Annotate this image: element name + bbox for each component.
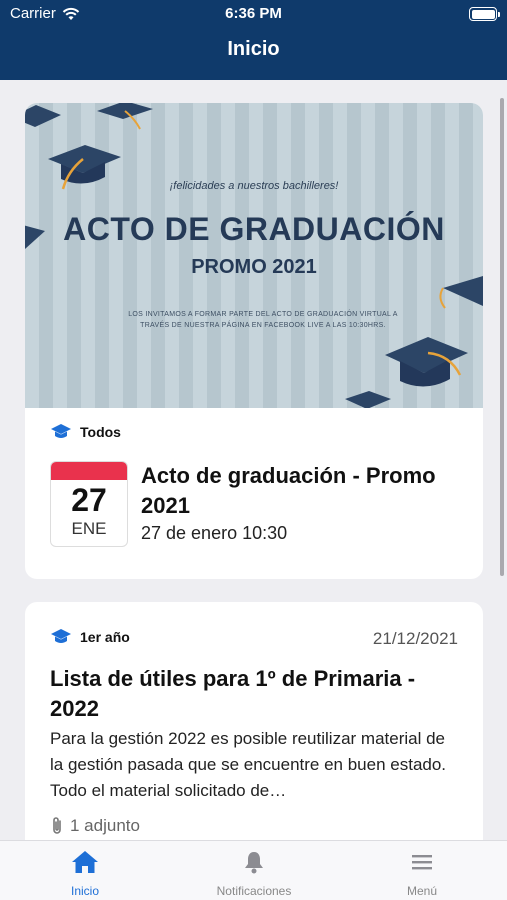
- post-title: Lista de útiles para 1º de Primaria - 20…: [50, 666, 416, 721]
- bell-icon: [245, 852, 263, 874]
- post-date: 21/12/2021: [372, 629, 458, 648]
- graduation-cap-icon: [97, 103, 153, 130]
- menu-icon: [412, 855, 432, 870]
- post-body: Para la gestión 2022 es posible reutiliz…: [50, 729, 447, 800]
- calendar-date-badge: 27 ENE: [50, 461, 128, 547]
- calendar-month: ENE: [71, 519, 107, 538]
- banner-subtitle: PROMO 2021: [191, 256, 317, 278]
- tab-label: Menú: [406, 884, 438, 898]
- scrollbar[interactable]: [500, 98, 504, 576]
- event-card[interactable]: ¡felicidades a nuestros bachilleres! ACT…: [25, 103, 483, 579]
- audience-label: Todos: [80, 424, 121, 440]
- tab-notificaciones[interactable]: Notificaciones: [189, 849, 319, 898]
- post-card[interactable]: 1er año 21/12/2021 Lista de útiles para …: [25, 602, 483, 840]
- graduation-cap-icon: [25, 105, 61, 127]
- calendar-day: 27: [71, 482, 107, 518]
- attachment-count: 1 adjunto: [70, 816, 140, 835]
- tab-label: Notificaciones: [216, 884, 292, 898]
- event-banner-image: ¡felicidades a nuestros bachilleres! ACT…: [25, 103, 483, 408]
- status-bar: Carrier 6:36 PM: [0, 0, 507, 30]
- home-icon: [72, 851, 98, 873]
- graduation-cap-icon: [345, 391, 391, 408]
- banner-tagline: ¡felicidades a nuestros bachilleres!: [169, 180, 339, 192]
- paperclip-icon: [53, 817, 61, 834]
- tab-bar: Inicio Notificaciones Menú: [0, 840, 507, 900]
- event-datetime: 27 de enero 10:30: [141, 523, 288, 543]
- app-header: Carrier 6:36 PM Inicio: [0, 0, 507, 80]
- tab-inicio[interactable]: Inicio: [20, 849, 150, 898]
- graduation-cap-icon: [51, 629, 71, 643]
- battery-icon: [469, 7, 500, 21]
- event-title: Acto de graduación - Promo 2021: [141, 463, 436, 518]
- page-title: Inicio: [227, 38, 280, 60]
- graduation-cap-icon: [51, 424, 71, 438]
- attachment-indicator[interactable]: 1 adjunto: [50, 816, 140, 836]
- tab-menu[interactable]: Menú: [357, 849, 487, 898]
- graduation-cap-icon: [385, 337, 468, 387]
- audience-tag: Todos: [50, 423, 121, 441]
- audience-label: 1er año: [80, 629, 130, 645]
- feed[interactable]: ¡felicidades a nuestros bachilleres! ACT…: [0, 80, 507, 840]
- audience-tag: 1er año: [50, 628, 130, 646]
- tab-label: Inicio: [70, 884, 99, 898]
- status-time: 6:36 PM: [225, 5, 282, 22]
- banner-title: ACTO DE GRADUACIÓN: [63, 211, 445, 247]
- banner-text: LOS INVITAMOS A FORMAR PARTE DEL ACTO DE…: [128, 311, 398, 329]
